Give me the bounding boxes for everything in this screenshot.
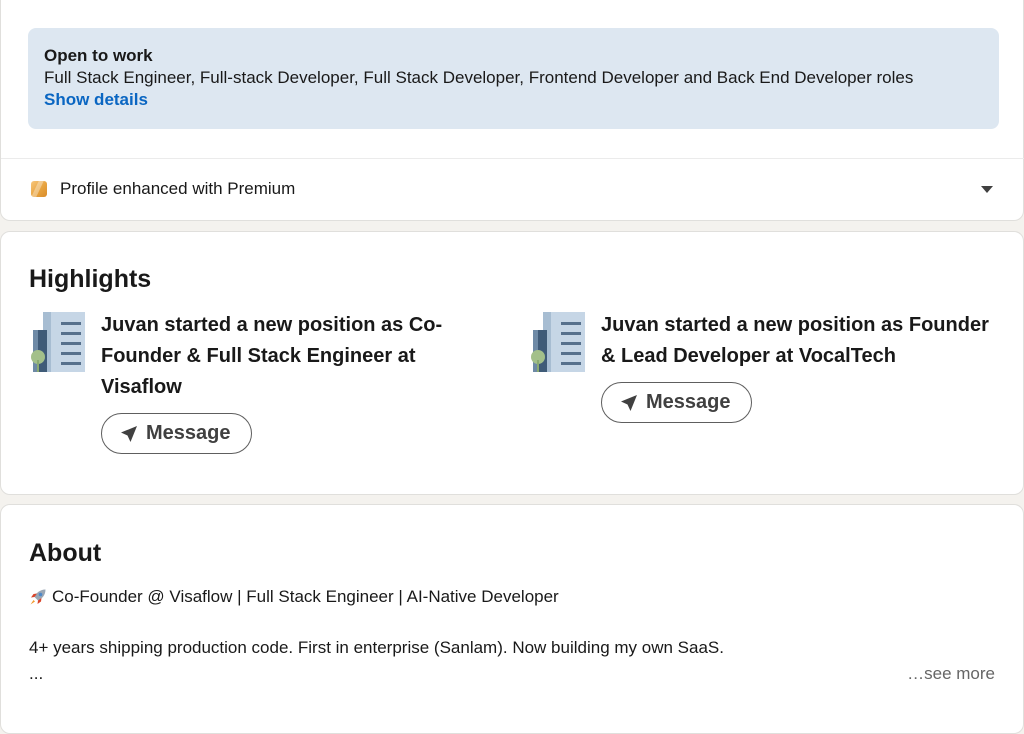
- about-card: About Co-Founder @ Visaflow | Full Stack…: [0, 504, 1024, 734]
- about-title: About: [29, 539, 102, 567]
- highlight-text: Juvan started a new position as Co-Found…: [101, 314, 443, 398]
- send-icon: [121, 425, 137, 442]
- about-ellipsis: ...: [29, 664, 44, 683]
- open-to-work-box: Open to work Full Stack Engineer, Full-s…: [28, 28, 999, 129]
- company-building-icon: [531, 312, 585, 372]
- chevron-down-icon[interactable]: [981, 186, 993, 193]
- profile-top-card: Open to work Full Stack Engineer, Full-s…: [0, 0, 1024, 221]
- message-button[interactable]: Message: [101, 413, 252, 454]
- open-to-work-title: Open to work: [44, 46, 153, 65]
- open-to-work-roles: Full Stack Engineer, Full-stack Develope…: [44, 68, 914, 87]
- message-button-label: Message: [646, 391, 731, 413]
- highlights-card: Highlights Juvan started a new position …: [0, 231, 1024, 495]
- see-more-link[interactable]: …see more: [907, 664, 995, 684]
- highlights-title: Highlights: [29, 265, 152, 293]
- about-paragraph: 4+ years shipping production code. First…: [29, 638, 724, 657]
- show-details-link[interactable]: Show details: [44, 89, 148, 111]
- message-button[interactable]: Message: [601, 382, 752, 423]
- message-button-label: Message: [146, 422, 231, 444]
- rocket-icon: [30, 589, 46, 605]
- premium-label: Profile enhanced with Premium: [60, 179, 296, 198]
- about-headline: Co-Founder @ Visaflow | Full Stack Engin…: [29, 587, 559, 607]
- about-headline-text: Co-Founder @ Visaflow | Full Stack Engin…: [52, 587, 559, 606]
- premium-row[interactable]: Profile enhanced with Premium: [1, 159, 1024, 219]
- premium-icon: [31, 181, 47, 197]
- send-icon: [621, 394, 637, 411]
- company-building-icon: [31, 312, 85, 372]
- highlight-text: Juvan started a new position as Founder …: [601, 314, 989, 367]
